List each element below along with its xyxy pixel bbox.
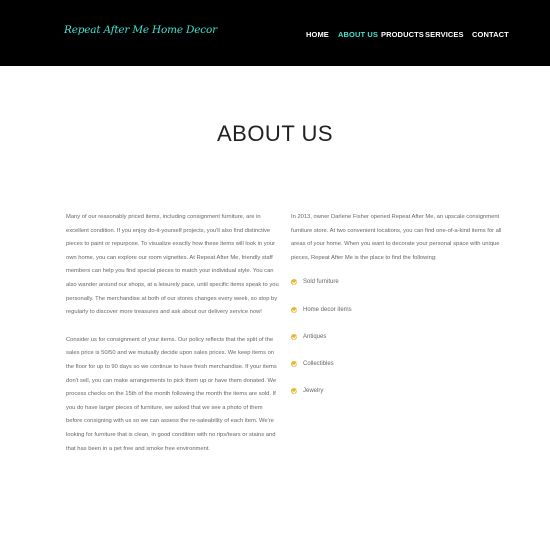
list-item: Collectibles [291,351,505,378]
page-title: ABOUT US [216,121,334,146]
list-item: Home decor items [291,297,505,324]
nav-home[interactable]: HOME [306,30,329,39]
check-circle-icon [291,279,297,286]
nav-about-us[interactable]: ABOUT US [338,30,378,39]
consignment-paragraph: Consider us for consignment of your item… [66,336,277,452]
site-header: Repeat After Me Home Decor HOME ABOUT US… [0,0,550,66]
list-item: Antiques [291,324,505,351]
check-circle-icon [291,388,297,395]
nav-products[interactable]: PRODUCTS [381,30,424,39]
product-list: Sold furniture Home decor items Antiques… [291,269,505,405]
list-item-label: Home decor items [303,306,352,313]
about-paragraph-1: Many of our reasonably priced items, inc… [66,214,279,316]
list-item-label: Jewelry [303,388,324,395]
left-column: Many of our reasonably priced items, inc… [66,211,280,456]
nav-services[interactable]: SERVICES [425,30,464,39]
nav-contact[interactable]: CONTACT [472,30,509,39]
main-nav: HOME ABOUT US PRODUCTS SERVICES CONTACT [0,30,550,42]
right-column: In 2013, owner Darlene Fisher opened Rep… [291,211,505,405]
list-item-label: Collectibles [303,360,334,367]
list-item-label: Sold furniture [303,279,339,286]
check-circle-icon [291,360,297,367]
list-item-label: Antiques [303,333,327,340]
history-paragraph: In 2013, owner Darlene Fisher opened Rep… [291,214,502,261]
check-circle-icon [291,333,297,340]
check-circle-icon [291,306,297,313]
list-item: Jewelry [291,378,505,405]
list-item: Sold furniture [291,269,505,296]
